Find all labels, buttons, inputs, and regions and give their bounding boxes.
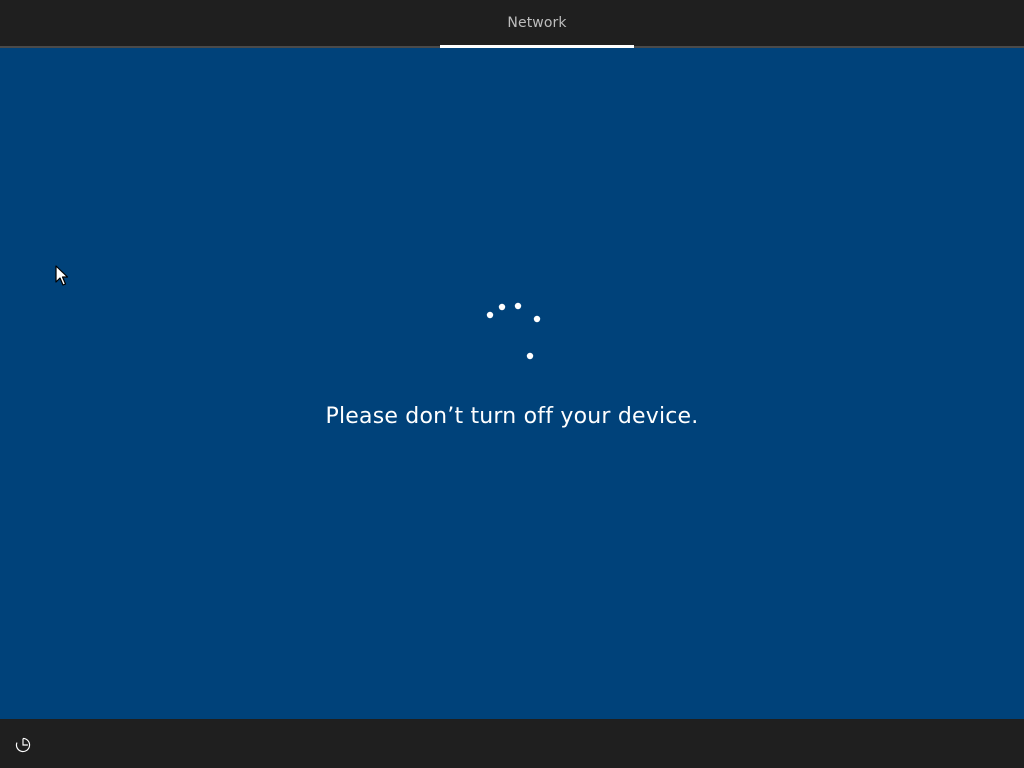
- bottom-bar: [0, 719, 1024, 768]
- ease-of-access-button[interactable]: [12, 734, 34, 756]
- top-header-bar: Network: [0, 0, 1024, 48]
- tab-network: Network: [507, 15, 567, 31]
- ease-of-access-icon: [15, 737, 31, 753]
- setup-main-area: [0, 48, 1024, 719]
- mouse-pointer-icon: [55, 265, 69, 286]
- status-message: Please don’t turn off your device.: [325, 404, 699, 429]
